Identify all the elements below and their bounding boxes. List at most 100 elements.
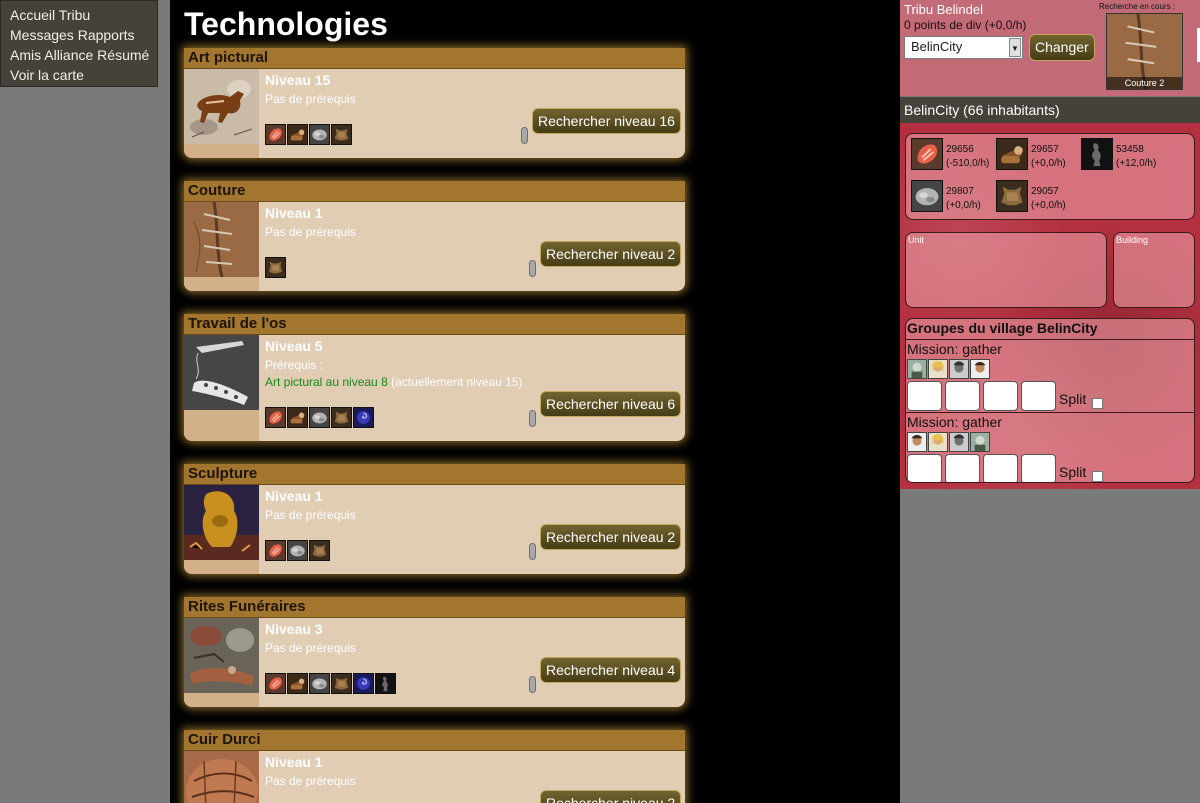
unit-box: Unit bbox=[905, 232, 1107, 308]
magic-icon bbox=[353, 407, 374, 428]
nav-link-tribu[interactable]: Tribu bbox=[59, 7, 90, 23]
avatar[interactable] bbox=[970, 359, 990, 379]
tribe-header: Tribu Belindel 0 points de div (+0,0/h) … bbox=[900, 0, 1200, 96]
research-button[interactable]: Rechercher niveau 2 bbox=[540, 524, 682, 550]
stone-icon bbox=[287, 540, 308, 561]
leather-icon bbox=[996, 180, 1028, 212]
nav-link-messages[interactable]: Messages bbox=[10, 27, 74, 43]
village-name-bar: BelinCity (66 inhabitants) bbox=[900, 97, 1200, 123]
split-label: Split bbox=[1059, 391, 1087, 407]
nav-link-alliance[interactable]: Alliance bbox=[44, 47, 93, 63]
population-icon bbox=[1081, 138, 1113, 170]
cost-icons bbox=[265, 540, 330, 561]
wood-icon bbox=[287, 407, 308, 428]
leather-icon bbox=[265, 257, 286, 278]
tech-prereq: Pas de prérequis bbox=[265, 641, 356, 655]
avatar[interactable] bbox=[949, 432, 969, 452]
sewing-image bbox=[184, 202, 259, 277]
avatar[interactable] bbox=[928, 359, 948, 379]
unit-slot[interactable] bbox=[983, 454, 1018, 482]
sculpture-image bbox=[184, 485, 259, 560]
stone-icon bbox=[309, 124, 330, 145]
tech-level: Niveau 1 bbox=[265, 754, 323, 770]
meat-icon bbox=[265, 124, 286, 145]
avatar[interactable] bbox=[907, 432, 927, 452]
leather-icon bbox=[309, 540, 330, 561]
current-research[interactable]: Couture 2 bbox=[1106, 13, 1183, 90]
unit-slot[interactable] bbox=[945, 381, 980, 411]
scroll-handle[interactable] bbox=[529, 260, 536, 277]
change-village-button[interactable]: Changer bbox=[1029, 34, 1095, 61]
nav-row-2: Messages Rapports bbox=[10, 25, 157, 45]
group-mission: Mission: gather bbox=[907, 341, 1002, 357]
tech-card-travail-os: Travail de l'os Niveau 5 Prérequis : Art… bbox=[184, 314, 685, 441]
stone-icon bbox=[309, 673, 330, 694]
scroll-handle[interactable] bbox=[521, 127, 528, 144]
research-button[interactable]: Rechercher niveau 4 bbox=[540, 657, 682, 683]
tech-card-cuir-durci: Cuir Durci Niveau 1 Pas de prérequis Rec… bbox=[184, 730, 685, 803]
unit-slot[interactable] bbox=[907, 454, 942, 482]
tech-card-couture: Couture Niveau 1 Pas de prérequis Recher… bbox=[184, 181, 685, 291]
population-icon bbox=[375, 673, 396, 694]
meat-icon bbox=[265, 407, 286, 428]
wood-icon bbox=[996, 138, 1028, 170]
resource-value: 29656 bbox=[946, 144, 974, 155]
unit-slot[interactable] bbox=[1021, 454, 1056, 482]
resource-rate: (+12,0/h) bbox=[1116, 158, 1157, 169]
village-select[interactable]: BelinCity ▼ bbox=[904, 36, 1023, 59]
cost-icons bbox=[265, 673, 396, 694]
leather-icon bbox=[331, 673, 352, 694]
groups-title: Groupes du village BelinCity bbox=[907, 320, 1098, 336]
tribe-name[interactable]: Tribu Belindel bbox=[904, 2, 983, 17]
image-pad bbox=[184, 560, 259, 574]
scroll-handle[interactable] bbox=[529, 676, 536, 693]
nav-link-carte[interactable]: Voir la carte bbox=[10, 67, 84, 83]
avatar[interactable] bbox=[928, 432, 948, 452]
nav-link-resume[interactable]: Résumé bbox=[97, 47, 149, 63]
avatar[interactable] bbox=[949, 359, 969, 379]
research-button[interactable]: Rechercher niveau 6 bbox=[540, 391, 682, 417]
unit-slot[interactable] bbox=[945, 454, 980, 482]
avatar[interactable] bbox=[970, 432, 990, 452]
nav-link-amis[interactable]: Amis bbox=[10, 47, 41, 63]
magic-icon bbox=[353, 673, 374, 694]
split-checkbox[interactable] bbox=[1092, 471, 1103, 482]
nav-link-accueil[interactable]: Accueil bbox=[10, 7, 55, 23]
scroll-handle[interactable] bbox=[529, 410, 536, 427]
split-label: Split bbox=[1059, 464, 1087, 480]
current-research-caption: Couture 2 bbox=[1107, 77, 1182, 89]
research-button[interactable]: Rechercher niveau 2 bbox=[540, 790, 682, 803]
avatar[interactable] bbox=[907, 359, 927, 379]
nav-row-1: Accueil Tribu bbox=[10, 5, 157, 25]
group-avatars bbox=[907, 359, 990, 379]
tech-level: Niveau 15 bbox=[265, 72, 331, 88]
tech-card-art-pictural: Art pictural Niveau 15 Pas de prérequis … bbox=[184, 48, 685, 158]
unit-slot[interactable] bbox=[907, 381, 942, 411]
split-checkbox[interactable] bbox=[1092, 398, 1103, 409]
image-pad bbox=[184, 693, 259, 707]
nav-link-rapports[interactable]: Rapports bbox=[78, 27, 135, 43]
tech-prereq: Pas de prérequis bbox=[265, 774, 356, 788]
group-mission: Mission: gather bbox=[907, 414, 1002, 430]
stone-icon bbox=[309, 407, 330, 428]
resource-value: 29657 bbox=[1031, 144, 1059, 155]
nav-row-3: Amis Alliance Résumé bbox=[10, 45, 157, 65]
funeral-rites-image bbox=[184, 618, 259, 693]
scroll-handle[interactable] bbox=[529, 543, 536, 560]
research-button[interactable]: Rechercher niveau 16 bbox=[532, 108, 681, 134]
leather-icon bbox=[331, 124, 352, 145]
resource-rate: (+0,0/h) bbox=[1031, 200, 1066, 211]
unit-slot[interactable] bbox=[983, 381, 1018, 411]
hardened-leather-image bbox=[184, 751, 259, 803]
research-button[interactable]: Rechercher niveau 2 bbox=[540, 241, 682, 267]
tech-card-sculpture: Sculpture Niveau 1 Pas de prérequis Rech… bbox=[184, 464, 685, 574]
unit-label: Unit bbox=[908, 235, 925, 245]
technologies-panel: Technologies Art pictural Niveau 15 Pas … bbox=[170, 0, 900, 803]
page-title: Technologies bbox=[184, 6, 388, 42]
group-avatars bbox=[907, 432, 990, 452]
image-pad bbox=[184, 410, 259, 441]
tribe-points: 0 points de div (+0,0/h) bbox=[904, 18, 1027, 32]
unit-slot[interactable] bbox=[1021, 381, 1056, 411]
village-panel: 29656 (-510,0/h) 29657 (+0,0/h) 53458 (+… bbox=[900, 123, 1200, 489]
tech-level: Niveau 5 bbox=[265, 338, 323, 354]
